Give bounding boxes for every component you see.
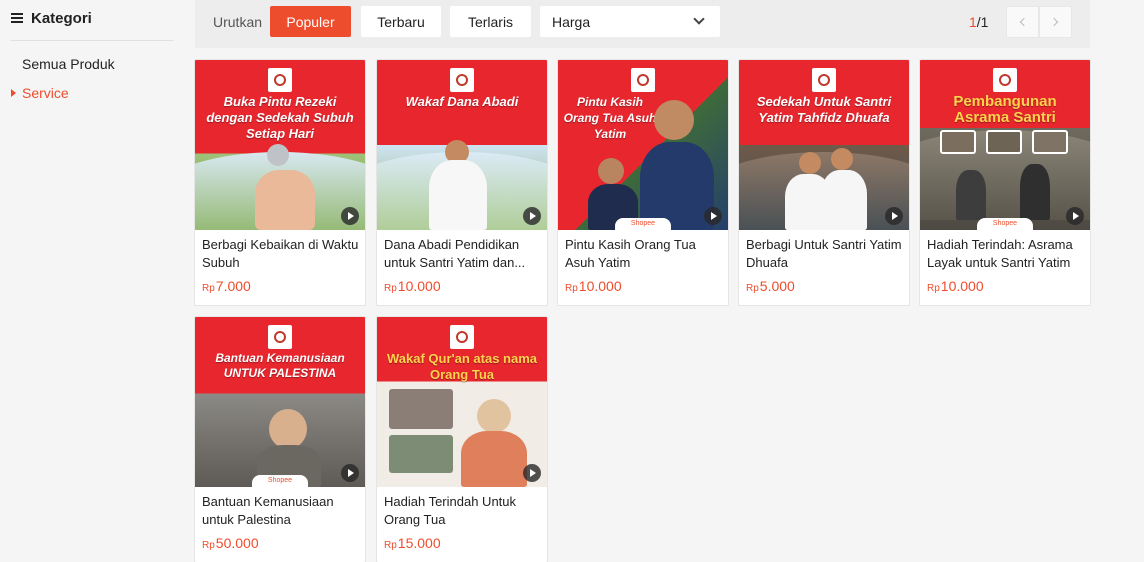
product-name: Pintu Kasih Orang Tua Asuh Yatim: [565, 237, 696, 270]
category-item-service[interactable]: Service: [22, 85, 69, 101]
product-thumbnail: Pembangunan Asrama Santri Shopee: [920, 60, 1090, 230]
product-card[interactable]: Wakaf Qur'an atas nama Orang Tua Hadiah …: [376, 316, 548, 562]
banner-headline: Pintu Kasih Orang Tua Asuh Yatim: [563, 95, 657, 141]
shopee-badge: Shopee: [252, 475, 308, 487]
total-pages: /1: [976, 14, 989, 30]
foundation-logo: [268, 68, 292, 92]
banner-headline: Wakaf Dana Abadi: [405, 94, 519, 109]
product-price: Rp50.000: [202, 535, 259, 551]
divider: [11, 40, 173, 41]
banner-headline: Sedekah Untuk Santri Yatim Tahfidz Dhuaf…: [756, 94, 892, 125]
play-icon[interactable]: [704, 207, 722, 225]
chevron-left-icon: [1019, 17, 1029, 27]
play-icon[interactable]: [1066, 207, 1084, 225]
product-price: Rp15.000: [384, 535, 441, 551]
price-sort-select[interactable]: Harga: [540, 6, 720, 37]
product-thumbnail: Buka Pintu Rezeki dengan Sedekah Subuh S…: [195, 60, 365, 230]
product-card[interactable]: Pembangunan Asrama Santri Shopee Hadiah …: [919, 59, 1091, 306]
play-icon[interactable]: [341, 464, 359, 482]
product-thumbnail: Wakaf Dana Abadi: [377, 60, 547, 230]
foundation-logo: [450, 68, 474, 92]
active-caret-icon: [11, 89, 16, 97]
product-card[interactable]: Pintu Kasih Orang Tua Asuh Yatim Shopee …: [557, 59, 729, 306]
foundation-logo: [631, 68, 655, 92]
product-price: Rp5.000: [746, 278, 795, 294]
product-name: Berbagi Kebaikan di Waktu Subuh: [202, 237, 359, 270]
sort-bar: Urutkan Populer Terbaru Terlaris Harga 1…: [195, 0, 1090, 48]
shopee-badge: Shopee: [615, 218, 671, 230]
product-name: Bantuan Kemanusiaan untuk Palestina: [202, 494, 334, 527]
product-name: Dana Abadi Pendidikan untuk Santri Yatim…: [384, 237, 526, 270]
product-card[interactable]: Sedekah Untuk Santri Yatim Tahfidz Dhuaf…: [738, 59, 910, 306]
category-header: Kategori: [11, 8, 92, 28]
current-page: 1: [969, 14, 977, 30]
banner-headline: Pembangunan Asrama Santri: [953, 93, 1057, 126]
category-title: Kategori: [31, 9, 92, 27]
sort-label: Urutkan: [213, 14, 263, 30]
foundation-logo: [268, 325, 292, 349]
product-thumbnail: Sedekah Untuk Santri Yatim Tahfidz Dhuaf…: [739, 60, 909, 230]
category-sidebar: Kategori Semua Produk Service: [0, 0, 185, 562]
play-icon[interactable]: [523, 207, 541, 225]
next-page-button[interactable]: [1039, 6, 1072, 38]
list-icon: [11, 13, 23, 23]
product-card[interactable]: Wakaf Dana Abadi Dana Abadi Pendidikan u…: [376, 59, 548, 306]
product-price: Rp10.000: [927, 278, 984, 294]
sort-popular-button[interactable]: Populer: [270, 6, 351, 37]
product-name: Hadiah Terindah Untuk Orang Tua: [384, 494, 517, 527]
sort-bestselling-button[interactable]: Terlaris: [450, 6, 531, 37]
foundation-logo: [812, 68, 836, 92]
play-icon[interactable]: [885, 207, 903, 225]
category-item-all-products[interactable]: Semua Produk: [22, 56, 115, 72]
product-thumbnail: Wakaf Qur'an atas nama Orang Tua: [377, 317, 547, 487]
shopee-badge: Shopee: [977, 218, 1033, 230]
banner-headline: Bantuan Kemanusiaan UNTUK PALESTINA: [215, 351, 345, 380]
price-sort-label: Harga: [552, 13, 591, 30]
chevron-down-icon: [693, 13, 705, 25]
product-name: Berbagi Untuk Santri Yatim Dhuafa: [746, 237, 902, 270]
product-price: Rp7.000: [202, 278, 251, 294]
chevron-right-icon: [1049, 17, 1059, 27]
foundation-logo: [450, 325, 474, 349]
page-indicator: 1/1: [969, 14, 988, 30]
play-icon[interactable]: [523, 464, 541, 482]
foundation-logo: [993, 68, 1017, 92]
product-thumbnail: Pintu Kasih Orang Tua Asuh Yatim Shopee: [558, 60, 728, 230]
product-thumbnail: Bantuan Kemanusiaan UNTUK PALESTINA Shop…: [195, 317, 365, 487]
product-name: Hadiah Terindah: Asrama Layak untuk Sant…: [927, 237, 1073, 270]
product-price: Rp10.000: [384, 278, 441, 294]
play-icon[interactable]: [341, 207, 359, 225]
product-card[interactable]: Buka Pintu Rezeki dengan Sedekah Subuh S…: [194, 59, 366, 306]
sort-newest-button[interactable]: Terbaru: [361, 6, 441, 37]
prev-page-button[interactable]: [1006, 6, 1039, 38]
product-price: Rp10.000: [565, 278, 622, 294]
banner-headline: Buka Pintu Rezeki dengan Sedekah Subuh S…: [206, 94, 354, 141]
banner-headline: Wakaf Qur'an atas nama Orang Tua: [387, 351, 537, 382]
product-card[interactable]: Bantuan Kemanusiaan UNTUK PALESTINA Shop…: [194, 316, 366, 562]
